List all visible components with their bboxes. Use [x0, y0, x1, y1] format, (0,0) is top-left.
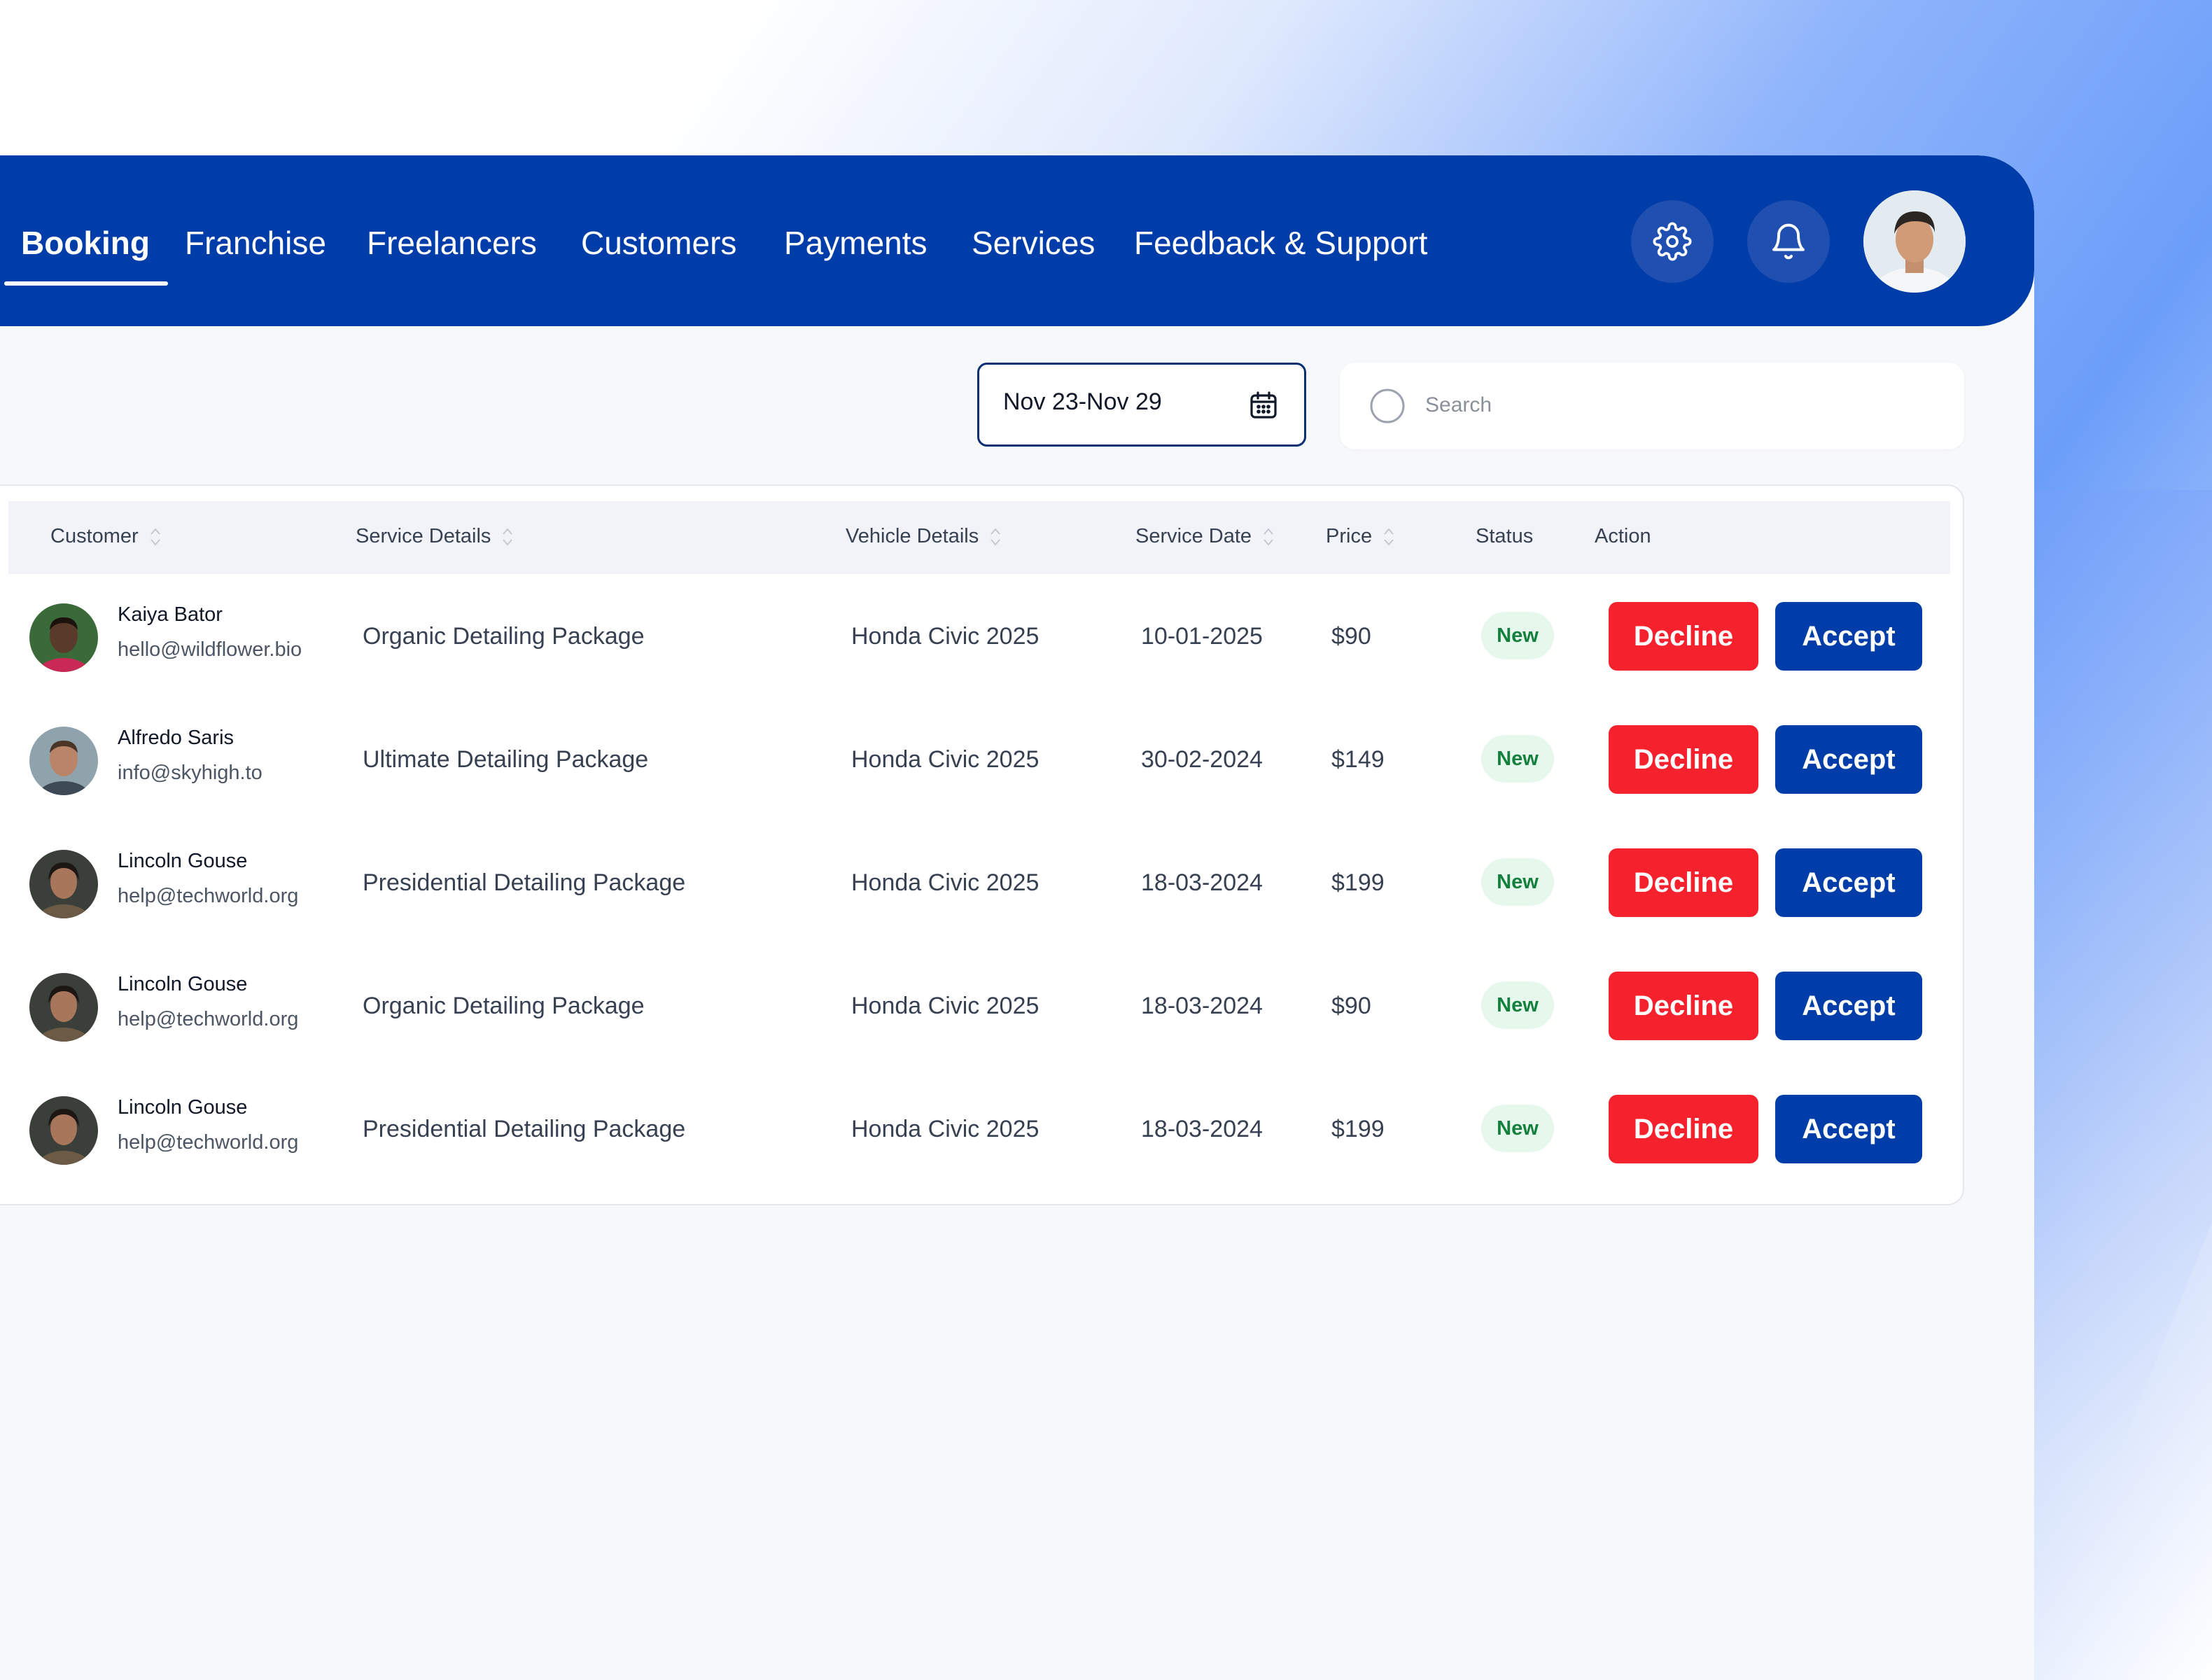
tab-payments[interactable]: Payments [784, 218, 927, 267]
search-icon [1369, 388, 1406, 428]
status-badge: New [1481, 858, 1554, 906]
sort-icon [503, 527, 513, 546]
notifications-button[interactable] [1747, 200, 1830, 283]
vehicle-details: Honda Civic 2025 [851, 869, 1040, 896]
customer-email: help@techworld.org [118, 1008, 299, 1030]
status-badge: New [1481, 1105, 1554, 1152]
service-details: Organic Detailing Package [363, 623, 645, 650]
service-date: 18-03-2024 [1141, 993, 1263, 1019]
price: $90 [1331, 623, 1371, 650]
column-action: Action [1595, 525, 1651, 548]
settings-button[interactable] [1631, 200, 1714, 283]
price: $149 [1331, 746, 1385, 773]
customer-avatar [29, 1096, 98, 1165]
price: $199 [1331, 1116, 1385, 1142]
accept-button[interactable]: Accept [1775, 848, 1922, 917]
decline-button[interactable]: Decline [1609, 1095, 1758, 1163]
decline-button[interactable]: Decline [1609, 848, 1758, 917]
status-badge: New [1481, 612, 1554, 659]
service-details: Presidential Detailing Package [363, 1116, 686, 1142]
bookings-table: Customer Service Details Vehicle Details… [0, 484, 1964, 1205]
vehicle-details: Honda Civic 2025 [851, 746, 1040, 773]
bell-icon [1772, 223, 1805, 260]
column-customer[interactable]: Customer [50, 525, 162, 548]
service-date: 18-03-2024 [1141, 1116, 1263, 1142]
service-details: Organic Detailing Package [363, 993, 645, 1019]
vehicle-details: Honda Civic 2025 [851, 1116, 1040, 1142]
accept-button[interactable]: Accept [1775, 1095, 1922, 1163]
customer-name: Kaiya Bator [118, 603, 223, 626]
customer-name: Lincoln Gouse [118, 973, 248, 995]
search-box[interactable] [1340, 363, 1964, 449]
calendar-icon [1247, 388, 1280, 426]
active-tab-indicator [4, 281, 168, 286]
sort-icon [150, 527, 160, 546]
column-label: Price [1326, 525, 1373, 547]
accept-button[interactable]: Accept [1775, 972, 1922, 1040]
customer-email: help@techworld.org [118, 885, 299, 907]
customer-name: Lincoln Gouse [118, 850, 248, 872]
app-window: Booking Franchise Freelancers Customers … [0, 155, 2034, 1680]
column-label: Action [1595, 525, 1651, 547]
service-date: 18-03-2024 [1141, 869, 1263, 896]
gear-icon [1653, 222, 1692, 261]
price: $90 [1331, 993, 1371, 1019]
column-label: Customer [50, 525, 139, 547]
column-label: Status [1476, 525, 1534, 547]
column-service-date[interactable]: Service Date [1135, 525, 1275, 548]
sort-icon [1384, 527, 1394, 546]
customer-avatar [29, 973, 98, 1042]
customer-avatar [29, 850, 98, 918]
column-label: Service Date [1135, 525, 1252, 547]
customer-avatar [29, 603, 98, 672]
accept-button[interactable]: Accept [1775, 602, 1922, 671]
column-price[interactable]: Price [1326, 525, 1396, 548]
tab-services[interactable]: Services [972, 218, 1095, 267]
customer-name: Alfredo Saris [118, 727, 234, 749]
search-input[interactable] [1424, 384, 1917, 427]
tab-franchise[interactable]: Franchise [185, 218, 326, 267]
decline-button[interactable]: Decline [1609, 602, 1758, 671]
service-date: 10-01-2025 [1141, 623, 1263, 650]
user-avatar[interactable] [1863, 190, 1966, 293]
tab-freelancers[interactable]: Freelancers [367, 218, 537, 267]
top-navbar: Booking Franchise Freelancers Customers … [0, 155, 2034, 326]
status-badge: New [1481, 981, 1554, 1029]
decline-button[interactable]: Decline [1609, 972, 1758, 1040]
table-row: Lincoln Gouse help@techworld.org Preside… [0, 822, 1966, 945]
table-row: Lincoln Gouse help@techworld.org Preside… [0, 1068, 1966, 1191]
customer-email: info@skyhigh.to [118, 762, 262, 784]
column-service-details[interactable]: Service Details [356, 525, 514, 548]
customer-avatar [29, 727, 98, 795]
column-status: Status [1476, 525, 1533, 548]
decline-button[interactable]: Decline [1609, 725, 1758, 794]
status-badge: New [1481, 735, 1554, 783]
sort-icon [1264, 527, 1273, 546]
customer-email: help@techworld.org [118, 1131, 299, 1154]
table-header: Customer Service Details Vehicle Details… [8, 501, 1950, 574]
column-label: Vehicle Details [846, 525, 979, 547]
tab-feedback-support[interactable]: Feedback & Support [1134, 218, 1427, 267]
table-row: Alfredo Saris info@skyhigh.to Ultimate D… [0, 699, 1966, 822]
column-vehicle-details[interactable]: Vehicle Details [846, 525, 1002, 548]
customer-name: Lincoln Gouse [118, 1096, 248, 1119]
tab-booking[interactable]: Booking [21, 218, 150, 267]
table-row: Lincoln Gouse help@techworld.org Organic… [0, 945, 1966, 1068]
column-label: Service Details [356, 525, 491, 547]
service-details: Presidential Detailing Package [363, 869, 686, 896]
price: $199 [1331, 869, 1385, 896]
service-details: Ultimate Detailing Package [363, 746, 649, 773]
sort-icon [990, 527, 1000, 546]
table-row: Kaiya Bator hello@wildflower.bio Organic… [0, 575, 1966, 699]
accept-button[interactable]: Accept [1775, 725, 1922, 794]
date-range-value: Nov 23-Nov 29 [1003, 388, 1162, 415]
customer-email: hello@wildflower.bio [118, 638, 302, 661]
service-date: 30-02-2024 [1141, 746, 1263, 773]
user-avatar-image [1863, 190, 1966, 293]
vehicle-details: Honda Civic 2025 [851, 623, 1040, 650]
date-range-picker[interactable]: Nov 23-Nov 29 [977, 363, 1306, 447]
vehicle-details: Honda Civic 2025 [851, 993, 1040, 1019]
tab-customers[interactable]: Customers [581, 218, 736, 267]
